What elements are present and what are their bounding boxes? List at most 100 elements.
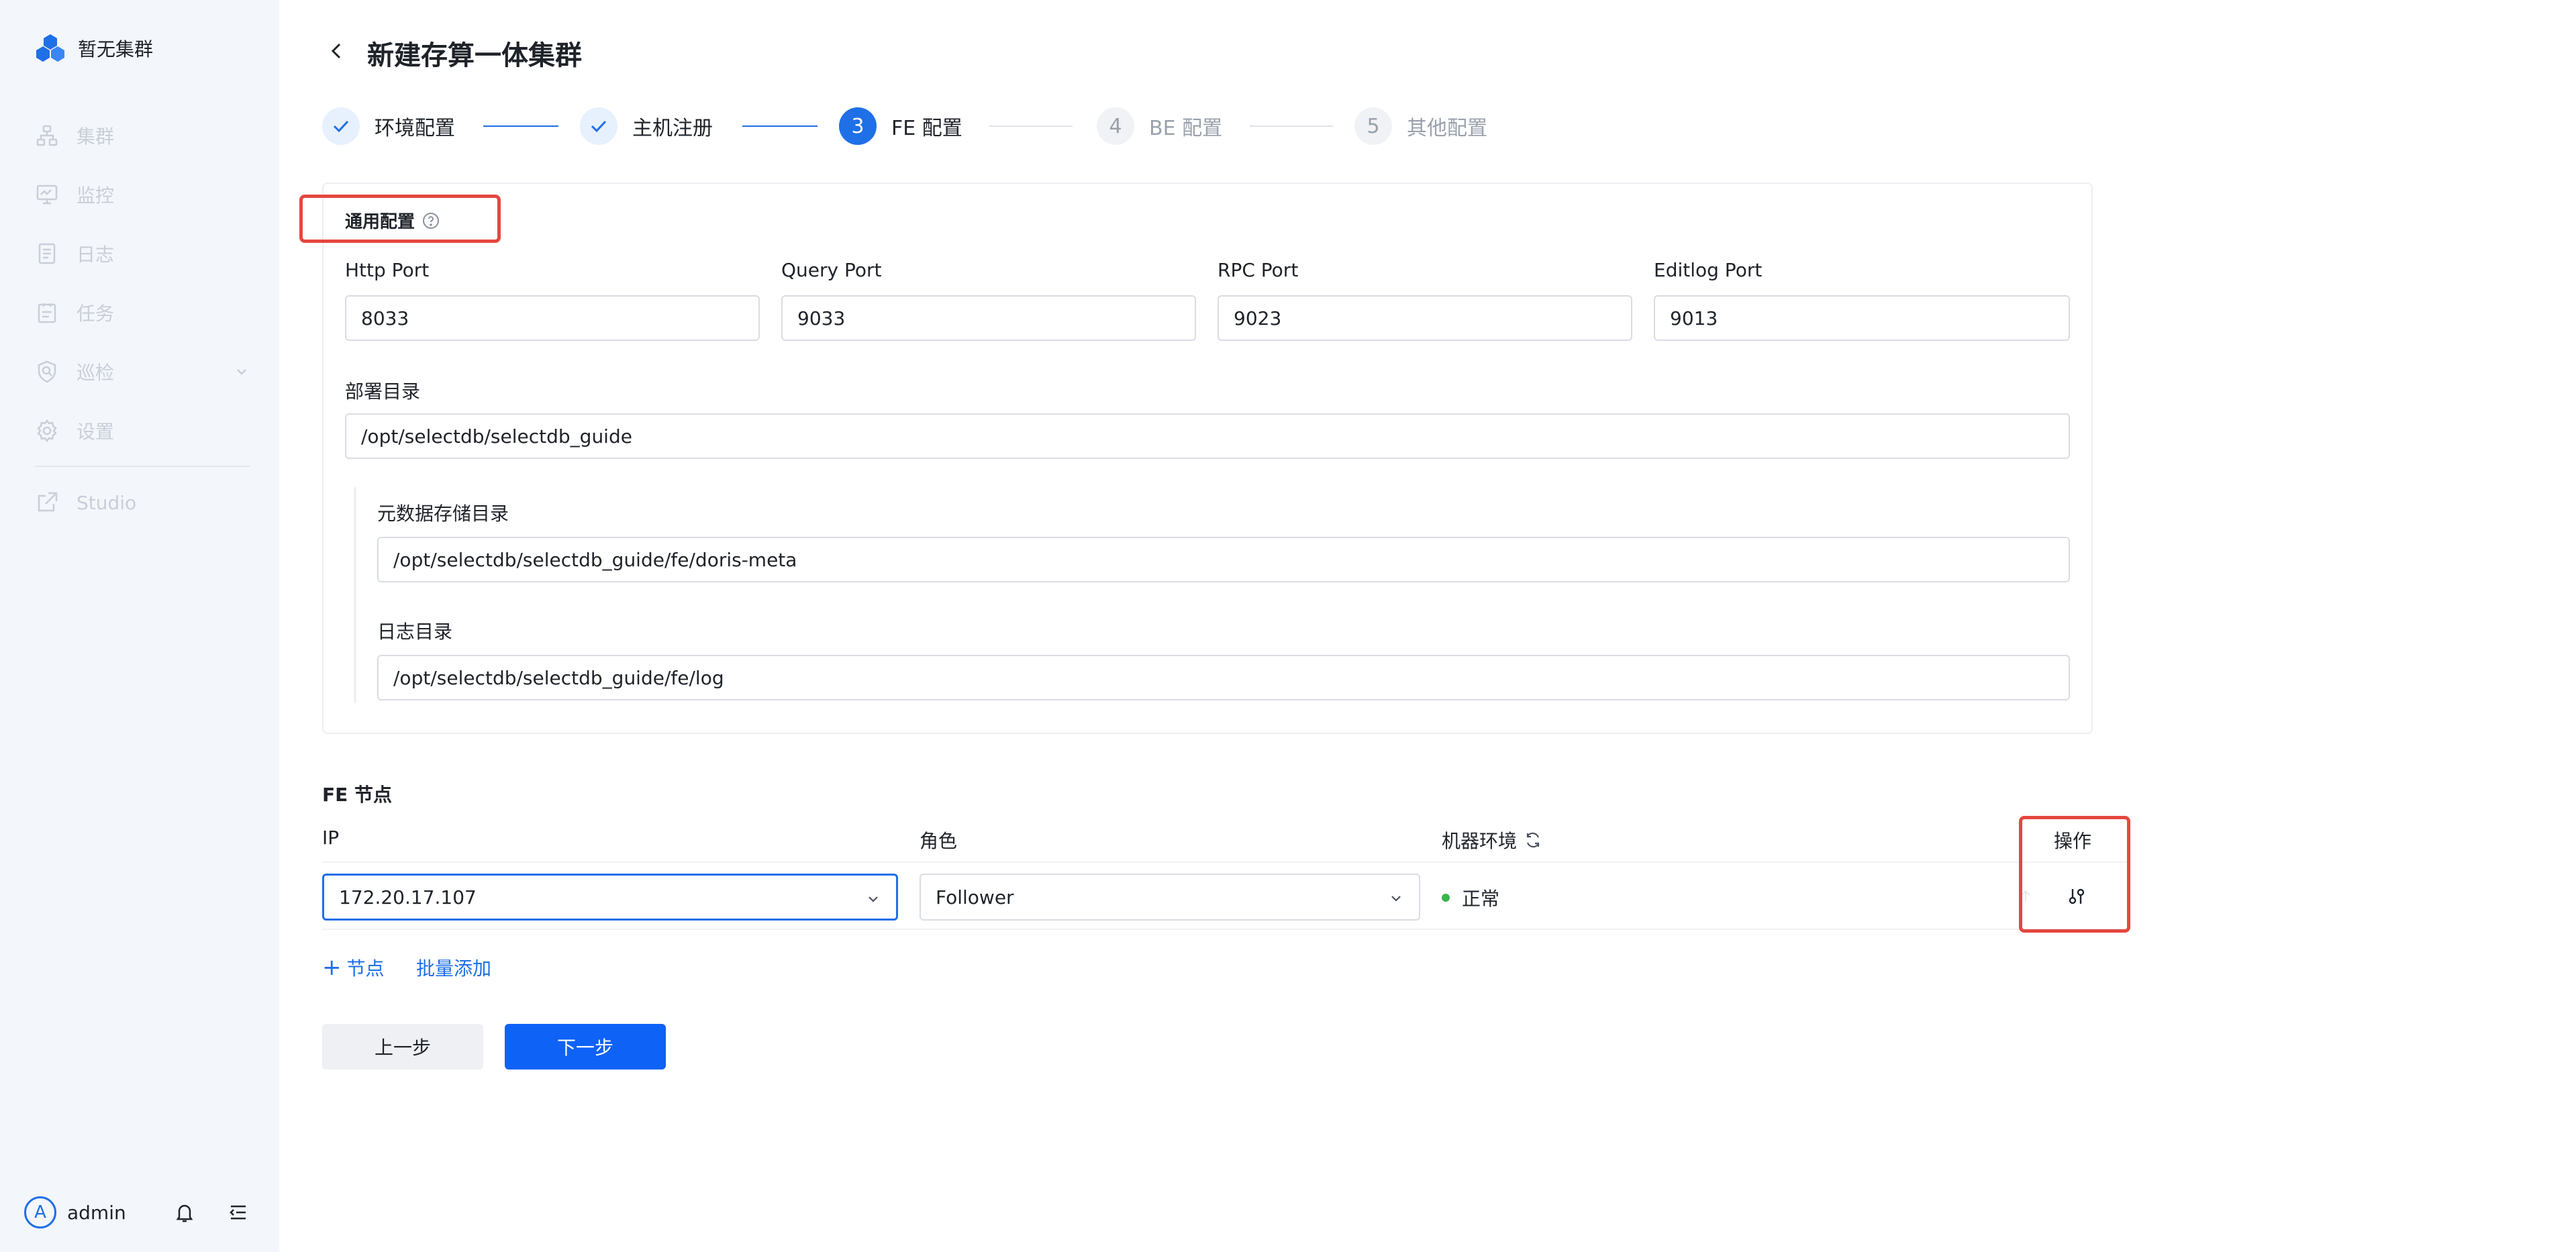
step-other-config: 5 其他配置: [1354, 107, 1487, 145]
step-label: 其他配置: [1407, 117, 1487, 140]
prev-step-button[interactable]: 上一步: [322, 1024, 483, 1070]
fe-nodes-title: FE 节点: [322, 784, 393, 806]
sidebar-item-settings[interactable]: 设置: [35, 401, 250, 460]
ip-select[interactable]: 172.20.17.107: [322, 874, 898, 921]
sidebar-item-inspect[interactable]: 巡检: [35, 342, 250, 401]
sidebar-item-studio[interactable]: Studio: [35, 473, 136, 532]
step-host-register: 主机注册: [580, 107, 713, 145]
query-port-input[interactable]: 9033: [781, 295, 1196, 341]
sidebar-item-task[interactable]: 任务: [35, 283, 250, 342]
collapse-menu-icon[interactable]: [227, 1201, 250, 1224]
step-connector: [483, 125, 558, 127]
help-icon[interactable]: [422, 211, 440, 230]
user-panel: A admin: [24, 1194, 259, 1231]
step-label: BE 配置: [1149, 117, 1223, 140]
external-link-icon: [38, 492, 58, 512]
step-number: 4: [1097, 107, 1134, 145]
sidebar-item-label: 集群: [77, 125, 115, 148]
editlog-port-input[interactable]: 9013: [1654, 295, 2070, 341]
step-number: 3: [839, 107, 877, 145]
sidebar-item-label: 巡检: [77, 362, 115, 384]
highlight-box-operations: [2019, 816, 2130, 933]
plus-icon: +: [322, 954, 342, 981]
step-label: 环境配置: [375, 117, 455, 140]
deploy-dir-input[interactable]: /opt/selectdb/selectdb_guide: [345, 413, 2070, 459]
editlog-port-label: Editlog Port: [1654, 259, 1763, 281]
avatar[interactable]: A: [24, 1196, 56, 1229]
status-dot: [1442, 894, 1450, 902]
sidebar-item-monitor[interactable]: 监控: [35, 165, 250, 224]
sidebar-item-label: 设置: [77, 421, 115, 443]
query-port-label: Query Port: [781, 259, 882, 281]
http-port-input[interactable]: 8033: [345, 295, 760, 341]
step-connector: [989, 125, 1073, 127]
sidebar-item-label: 任务: [77, 303, 115, 325]
add-node-label: 节点: [346, 957, 385, 980]
rpc-port-input[interactable]: 9023: [1218, 295, 1632, 341]
sidebar-divider: [35, 466, 250, 467]
role-select-value: Follower: [936, 886, 1014, 908]
next-step-button[interactable]: 下一步: [505, 1024, 666, 1070]
step-done-circle: [580, 107, 617, 145]
settings-icon: [37, 419, 57, 443]
sub-section-bar: [354, 487, 356, 703]
chevron-down-icon: [237, 369, 246, 375]
step-connector: [1250, 125, 1333, 127]
step-fe-config: 3 FE 配置: [839, 107, 962, 145]
log-dir-input[interactable]: /opt/selectdb/selectdb_guide/fe/log: [377, 655, 2070, 700]
meta-dir-label: 元数据存储目录: [377, 503, 509, 525]
sidebar-item-label: Studio: [77, 491, 137, 514]
cluster-switcher[interactable]: 暂无集群: [35, 32, 153, 64]
step-env-config: 环境配置: [322, 107, 455, 145]
sidebar-item-label: 监控: [77, 185, 115, 207]
monitor-icon: [36, 185, 58, 205]
http-port-label: Http Port: [345, 259, 430, 281]
check-icon: [591, 120, 607, 133]
step-label: FE 配置: [891, 117, 962, 140]
bell-icon[interactable]: [173, 1201, 196, 1224]
check-icon: [333, 120, 349, 133]
cluster-icon: [36, 125, 58, 146]
log-dir-label: 日志目录: [377, 621, 453, 643]
env-status: 正常: [1442, 884, 1499, 911]
task-icon: [38, 303, 56, 323]
column-header-label: 角色: [920, 830, 958, 852]
cluster-name: 暂无集群: [78, 38, 154, 60]
column-header-env: 机器环境: [1442, 827, 1542, 853]
env-status-text: 正常: [1462, 888, 1500, 910]
page-title: 新建存算一体集群: [367, 40, 582, 71]
role-select[interactable]: Follower: [920, 874, 1420, 921]
refresh-icon[interactable]: [1524, 831, 1542, 849]
inspect-icon: [38, 360, 56, 383]
common-config-title: 通用配置: [345, 208, 440, 233]
step-connector: [742, 125, 818, 127]
batch-add-link[interactable]: 批量添加: [416, 954, 491, 981]
chevron-down-icon: [869, 896, 878, 902]
back-arrow-icon[interactable]: [325, 39, 349, 63]
section-title-text: 通用配置: [345, 212, 415, 232]
column-header-ip: IP: [322, 827, 339, 849]
sidebar-item-label: 日志: [77, 244, 115, 266]
step-done-circle: [322, 107, 360, 145]
column-header-label: IP: [322, 827, 340, 849]
sidebar: 暂无集群 集群 监控 日志 任务 巡检 设置 Studio A admin: [0, 0, 279, 1252]
sidebar-item-log[interactable]: 日志: [35, 224, 250, 283]
ip-select-value: 172.20.17.107: [339, 886, 477, 908]
log-icon: [38, 243, 56, 264]
step-be-config: 4 BE 配置: [1097, 107, 1222, 145]
table-row-divider: [322, 929, 2128, 930]
chevron-down-icon: [1391, 896, 1401, 902]
cubes-logo-icon: [36, 34, 64, 62]
column-header-role: 角色: [920, 827, 957, 853]
deploy-dir-label: 部署目录: [345, 380, 421, 403]
step-number: 5: [1354, 107, 1392, 145]
add-node-link[interactable]: + 节点: [322, 954, 385, 981]
table-header-divider: [322, 862, 2128, 863]
sidebar-item-cluster[interactable]: 集群: [35, 106, 250, 165]
rpc-port-label: RPC Port: [1218, 259, 1299, 281]
step-label: 主机注册: [632, 117, 713, 140]
column-header-label: 机器环境: [1442, 830, 1518, 852]
meta-dir-input[interactable]: /opt/selectdb/selectdb_guide/fe/doris-me…: [377, 537, 2070, 582]
username[interactable]: admin: [67, 1202, 126, 1224]
sidebar-menu: 集群 监控 日志 任务 巡检 设置: [35, 106, 250, 460]
